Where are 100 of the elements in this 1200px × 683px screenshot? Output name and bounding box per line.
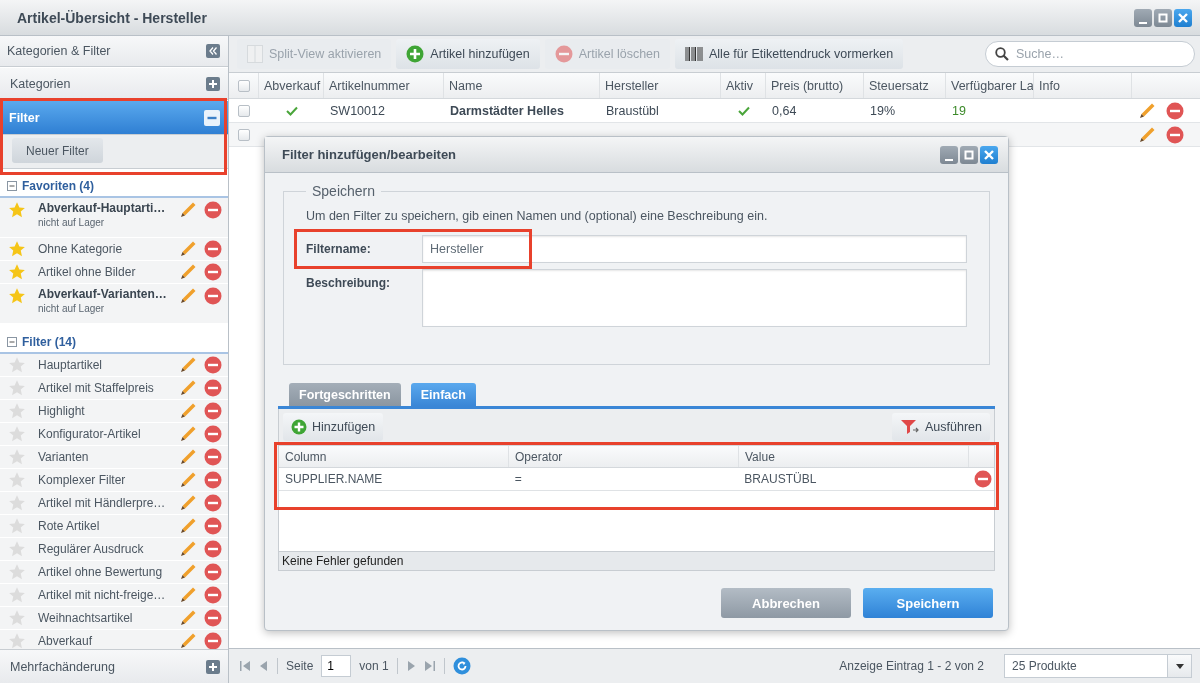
close-button[interactable] <box>980 145 998 164</box>
star-outline-icon[interactable] <box>8 402 26 420</box>
star-outline-icon[interactable] <box>8 425 26 443</box>
column-header[interactable]: Artikelnummer <box>324 73 444 98</box>
remove-icon[interactable] <box>1166 101 1184 120</box>
remove-icon[interactable] <box>204 263 222 281</box>
filter-item[interactable]: Abverkauf <box>0 630 228 649</box>
star-icon[interactable] <box>8 240 26 258</box>
pencil-icon[interactable] <box>179 586 197 604</box>
star-outline-icon[interactable] <box>8 379 26 397</box>
column-header[interactable]: Verfügbarer La <box>946 73 1034 98</box>
filter-item[interactable]: Artikel mit Händlerpre… <box>0 492 228 515</box>
pencil-icon[interactable] <box>179 632 197 649</box>
first-page-icon[interactable] <box>239 659 251 673</box>
column-header[interactable]: Name <box>444 73 600 98</box>
remove-icon[interactable] <box>204 563 222 581</box>
previous-page-icon[interactable] <box>259 659 269 673</box>
remove-icon[interactable] <box>204 356 222 374</box>
filter-item[interactable]: Abverkauf-Hauptarti… nicht auf Lager <box>0 198 228 238</box>
star-outline-icon[interactable] <box>8 540 26 558</box>
column-header[interactable]: Abverkauf <box>259 73 324 98</box>
maximize-button[interactable] <box>1154 8 1172 27</box>
filter-item[interactable]: Ohne Kategorie <box>0 238 228 261</box>
remove-icon[interactable] <box>1166 125 1184 144</box>
remove-icon[interactable] <box>204 240 222 258</box>
star-outline-icon[interactable] <box>8 632 26 649</box>
new-filter-button[interactable]: Neuer Filter <box>12 138 103 163</box>
row-checkbox[interactable] <box>238 104 250 117</box>
star-icon[interactable] <box>8 201 26 219</box>
star-icon[interactable] <box>8 263 26 281</box>
star-outline-icon[interactable] <box>8 609 26 627</box>
pencil-icon[interactable] <box>179 471 197 489</box>
star-outline-icon[interactable] <box>8 517 26 535</box>
filter-item[interactable]: Konfigurator-Artikel <box>0 423 228 446</box>
row-checkbox[interactable] <box>238 128 250 141</box>
remove-icon[interactable] <box>204 402 222 420</box>
pencil-icon[interactable] <box>179 517 197 535</box>
minimize-button[interactable] <box>1134 8 1152 27</box>
column-header[interactable]: Steuersatz <box>864 73 946 98</box>
pencil-icon[interactable] <box>179 563 197 581</box>
remove-icon[interactable] <box>204 494 222 512</box>
column-header[interactable]: Info <box>1034 73 1132 98</box>
next-page-icon[interactable] <box>405 659 416 673</box>
remove-icon[interactable] <box>204 287 222 305</box>
toolbar-button[interactable]: Artikel hinzufügen <box>396 39 540 69</box>
select-all-checkbox[interactable] <box>237 79 250 92</box>
maximize-button[interactable] <box>960 145 978 164</box>
description-field[interactable] <box>422 269 967 327</box>
collapse-icon[interactable] <box>206 44 220 58</box>
expand-icon[interactable] <box>206 76 220 91</box>
pencil-icon[interactable] <box>179 240 197 258</box>
pencil-icon[interactable] <box>1138 101 1156 120</box>
remove-icon[interactable] <box>204 632 222 649</box>
close-button[interactable] <box>1174 8 1192 27</box>
pencil-icon[interactable] <box>179 402 197 420</box>
page-field[interactable]: 1 <box>321 655 352 677</box>
star-outline-icon[interactable] <box>8 586 26 604</box>
accordion-header[interactable]: Kategorien <box>0 68 228 100</box>
filter-item[interactable]: Regulärer Ausdruck <box>0 538 228 561</box>
remove-icon[interactable] <box>204 201 222 219</box>
filter-item[interactable]: Weihnachtsartikel <box>0 607 228 630</box>
minimize-button[interactable] <box>940 145 958 164</box>
last-page-icon[interactable] <box>423 659 436 673</box>
refresh-icon[interactable] <box>452 657 471 675</box>
collapse-icon[interactable] <box>204 109 220 126</box>
pencil-icon[interactable] <box>1138 125 1156 144</box>
pencil-icon[interactable] <box>179 494 197 512</box>
remove-icon[interactable] <box>204 471 222 489</box>
remove-icon[interactable] <box>204 586 222 604</box>
filter-item[interactable]: Artikel ohne Bilder <box>0 261 228 284</box>
pencil-icon[interactable] <box>179 287 197 305</box>
remove-icon[interactable] <box>204 517 222 535</box>
search-field[interactable]: Suche… <box>985 41 1195 67</box>
pencil-icon[interactable] <box>179 356 197 374</box>
pencil-icon[interactable] <box>179 425 197 443</box>
filter-item[interactable]: Artikel ohne Bewertung <box>0 561 228 584</box>
pencil-icon[interactable] <box>179 448 197 466</box>
run-button[interactable]: Ausführen <box>892 413 990 441</box>
filter-name-field[interactable]: Hersteller <box>422 235 967 263</box>
collapse-icon[interactable] <box>7 337 17 347</box>
filter-item[interactable]: Highlight <box>0 400 228 423</box>
pencil-icon[interactable] <box>179 609 197 627</box>
star-icon[interactable] <box>8 287 26 305</box>
column-header[interactable]: Operator <box>509 446 739 467</box>
expand-icon[interactable] <box>206 659 220 674</box>
column-header[interactable]: Column <box>279 446 509 467</box>
star-outline-icon[interactable] <box>8 356 26 374</box>
star-outline-icon[interactable] <box>8 448 26 466</box>
remove-icon[interactable] <box>204 609 222 627</box>
remove-icon[interactable] <box>204 540 222 558</box>
column-header[interactable]: Hersteller <box>600 73 721 98</box>
pencil-icon[interactable] <box>179 540 197 558</box>
column-header[interactable]: Value <box>739 446 969 467</box>
filter-item[interactable]: Artikel mit nicht-freige… <box>0 584 228 607</box>
remove-icon[interactable] <box>204 379 222 397</box>
filter-item[interactable]: Varianten <box>0 446 228 469</box>
column-header[interactable]: Preis (brutto) <box>766 73 864 98</box>
page-size-dropdown[interactable]: 25 Produkte <box>1004 654 1192 678</box>
remove-icon[interactable] <box>204 425 222 443</box>
filter-item[interactable]: Rote Artikel <box>0 515 228 538</box>
